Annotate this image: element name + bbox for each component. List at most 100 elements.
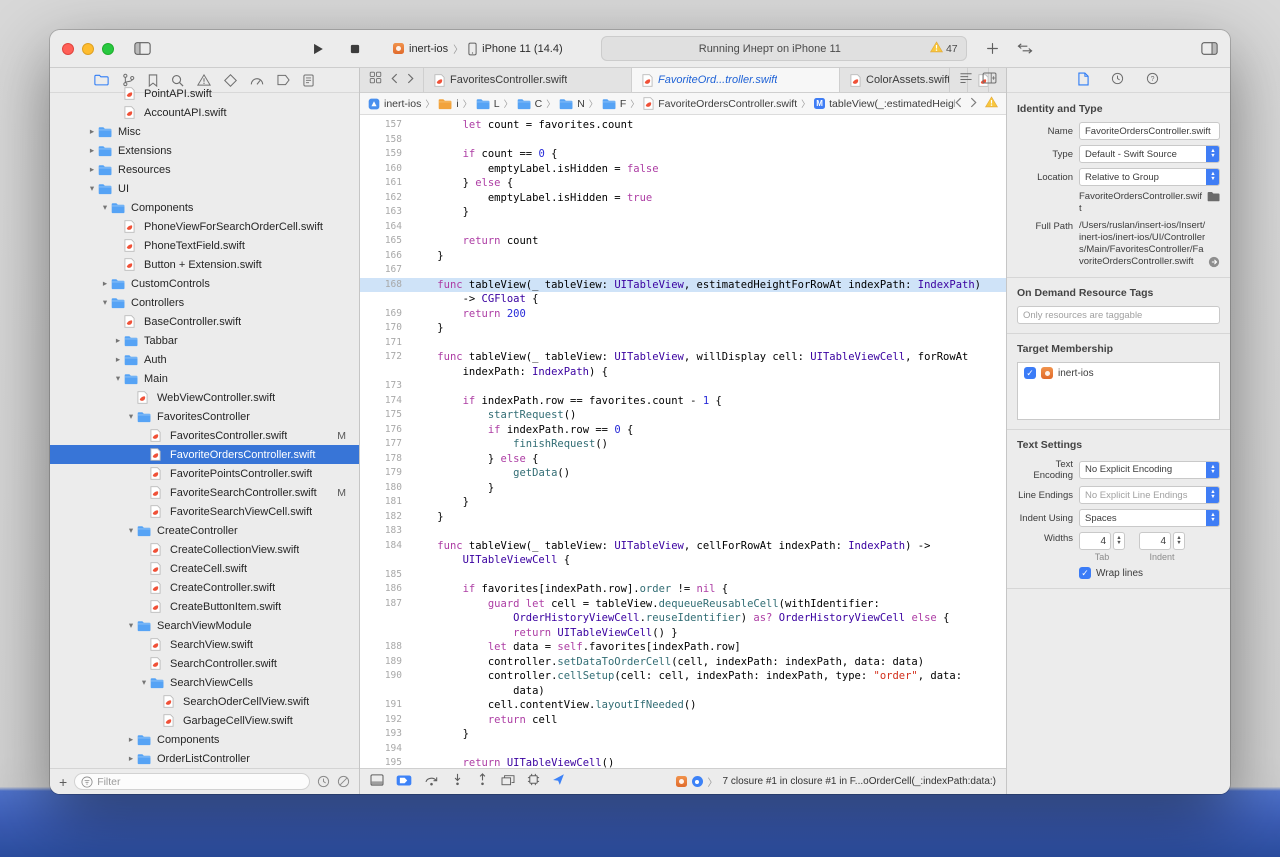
odr-tags-field[interactable]: Only resources are taggable bbox=[1017, 306, 1220, 324]
code-line-194[interactable]: 194 bbox=[360, 742, 1006, 757]
code-line-164[interactable]: 164 bbox=[360, 220, 1006, 235]
scheme-selector[interactable]: inert-ios 〉 iPhone 11 (14.4) bbox=[393, 41, 563, 56]
code-line-162[interactable]: 162 emptyLabel.isHidden = true bbox=[360, 191, 1006, 206]
wrap-lines-checkbox[interactable]: ✓ bbox=[1079, 567, 1091, 579]
name-field[interactable]: FavoriteOrdersController.swift bbox=[1079, 122, 1220, 140]
toggle-inspector-icon[interactable] bbox=[1201, 42, 1218, 55]
disclosure-triangle-icon[interactable]: ▾ bbox=[112, 373, 124, 384]
tree-file[interactable]: AccountAPI.swift bbox=[50, 103, 359, 122]
recent-files-filter-button[interactable] bbox=[317, 775, 330, 788]
indent-width-stepper[interactable]: ▲▼ bbox=[1173, 532, 1185, 550]
source-editor[interactable]: 157 let count = favorites.count158159 if… bbox=[360, 115, 1006, 768]
tree-folder[interactable]: ▸Auth bbox=[50, 350, 359, 369]
code-line-167[interactable]: 167 bbox=[360, 263, 1006, 278]
code-line-159[interactable]: 159 if count == 0 { bbox=[360, 147, 1006, 162]
tree-file[interactable]: CreateButtonItem.swift bbox=[50, 597, 359, 616]
tree-file[interactable]: FavoritePointsController.swift bbox=[50, 464, 359, 483]
disclosure-triangle-icon[interactable]: ▸ bbox=[86, 164, 98, 175]
disclosure-triangle-icon[interactable]: ▸ bbox=[112, 354, 124, 365]
tree-file[interactable]: SearchView.swift bbox=[50, 635, 359, 654]
code-line-174[interactable]: 174 if indexPath.row == favorites.count … bbox=[360, 394, 1006, 409]
disclosure-triangle-icon[interactable]: ▸ bbox=[86, 145, 98, 156]
choose-location-button[interactable] bbox=[1207, 191, 1220, 206]
target-checkbox[interactable]: ✓ bbox=[1024, 367, 1036, 379]
jumpbar-segment[interactable]: C bbox=[517, 98, 543, 110]
jumpbar-segment[interactable]: MtableView(_:estimatedHeightForRowAt:) bbox=[814, 98, 955, 110]
type-dropdown[interactable]: Default - Swift Source ▲▼ bbox=[1079, 145, 1220, 163]
tree-file[interactable]: FavoriteSearchViewCell.swift bbox=[50, 502, 359, 521]
tree-file[interactable]: FavoritesController.swiftM bbox=[50, 426, 359, 445]
code-line-172[interactable]: 172 func tableView(_ tableView: UITableV… bbox=[360, 350, 1006, 365]
code-line-187[interactable]: 187 guard let cell = tableView.dequeueRe… bbox=[360, 597, 1006, 612]
tree-folder[interactable]: ▸Components bbox=[50, 730, 359, 749]
jumpbar-segment[interactable]: F bbox=[602, 98, 626, 110]
jumpbar-segment[interactable]: inert-ios bbox=[368, 98, 421, 110]
indentusing-dropdown[interactable]: Spaces ▲▼ bbox=[1079, 509, 1220, 527]
tree-folder[interactable]: ▾UI bbox=[50, 179, 359, 198]
tree-folder[interactable]: ▾Controllers bbox=[50, 293, 359, 312]
disclosure-triangle-icon[interactable]: ▸ bbox=[112, 335, 124, 346]
code-line-178[interactable]: 178 } else { bbox=[360, 452, 1006, 467]
tree-file[interactable]: PointAPI.swift bbox=[50, 84, 359, 103]
tree-file[interactable]: FavoriteSearchController.swiftM bbox=[50, 483, 359, 502]
add-editor-button[interactable] bbox=[982, 71, 997, 89]
filter-field[interactable]: Filter bbox=[74, 773, 310, 790]
quick-help-inspector-icon[interactable]: ? bbox=[1146, 72, 1159, 88]
step-out-button[interactable] bbox=[476, 773, 489, 791]
tab-width-field[interactable]: 4 bbox=[1079, 532, 1111, 550]
code-line-189[interactable]: 189 controller.setDataToOrderCell(cell, … bbox=[360, 655, 1006, 670]
code-line-177[interactable]: 177 finishRequest() bbox=[360, 437, 1006, 452]
disclosure-triangle-icon[interactable]: ▸ bbox=[125, 753, 137, 764]
code-line-158[interactable]: 158 bbox=[360, 133, 1006, 148]
code-line-183[interactable]: 183 bbox=[360, 524, 1006, 539]
code-line-163[interactable]: 163 } bbox=[360, 205, 1006, 220]
tree-file[interactable]: FavoriteOrdersController.swift bbox=[50, 445, 359, 464]
step-over-button[interactable] bbox=[424, 773, 439, 791]
tab-width-stepper[interactable]: ▲▼ bbox=[1113, 532, 1125, 550]
code-line-160[interactable]: 160 emptyLabel.isHidden = false bbox=[360, 162, 1006, 177]
activity-status-view[interactable]: Running Инерт on iPhone 11 47 bbox=[601, 36, 967, 61]
code-line-wrap[interactable]: UITableViewCell { bbox=[360, 553, 1006, 568]
disclosure-triangle-icon[interactable]: ▾ bbox=[99, 297, 111, 308]
code-line-wrap[interactable]: -> CGFloat { bbox=[360, 292, 1006, 307]
code-line-179[interactable]: 179 getData() bbox=[360, 466, 1006, 481]
tree-folder[interactable]: ▾Main bbox=[50, 369, 359, 388]
editor-tab-2[interactable]: FavoriteOrd...troller.swift bbox=[632, 68, 840, 92]
code-line-192[interactable]: 192 return cell bbox=[360, 713, 1006, 728]
tree-file[interactable]: BaseController.swift bbox=[50, 312, 359, 331]
next-issue-button[interactable] bbox=[970, 97, 977, 111]
disclosure-triangle-icon[interactable]: ▾ bbox=[125, 525, 137, 536]
related-items-button[interactable] bbox=[369, 71, 382, 89]
view-hierarchy-button[interactable] bbox=[501, 773, 515, 791]
stop-button[interactable] bbox=[349, 43, 361, 55]
encoding-dropdown[interactable]: No Explicit Encoding ▲▼ bbox=[1079, 461, 1220, 479]
disclosure-triangle-icon[interactable]: ▾ bbox=[125, 620, 137, 631]
disclosure-triangle-icon[interactable]: ▾ bbox=[125, 411, 137, 422]
code-line-166[interactable]: 166 } bbox=[360, 249, 1006, 264]
tree-file[interactable]: WebViewController.swift bbox=[50, 388, 359, 407]
zoom-window-button[interactable] bbox=[102, 43, 114, 55]
tree-file[interactable]: PhoneTextField.swift bbox=[50, 236, 359, 255]
disclosure-triangle-icon[interactable]: ▸ bbox=[125, 734, 137, 745]
code-line-169[interactable]: 169 return 200 bbox=[360, 307, 1006, 322]
code-line-182[interactable]: 182 } bbox=[360, 510, 1006, 525]
code-line-195[interactable]: 195 return UITableViewCell() bbox=[360, 756, 1006, 768]
code-line-186[interactable]: 186 if favorites[indexPath.row].order !=… bbox=[360, 582, 1006, 597]
editor-tab-1[interactable]: FavoritesController.swift bbox=[424, 68, 632, 92]
code-line-188[interactable]: 188 let data = self.favorites[indexPath.… bbox=[360, 640, 1006, 655]
tree-folder[interactable]: ▸Misc bbox=[50, 122, 359, 141]
code-line-185[interactable]: 185 bbox=[360, 568, 1006, 583]
add-file-button[interactable]: + bbox=[59, 775, 67, 789]
code-line-170[interactable]: 170 } bbox=[360, 321, 1006, 336]
tree-file[interactable]: SearchController.swift bbox=[50, 654, 359, 673]
target-row[interactable]: ✓ inert-ios bbox=[1024, 367, 1213, 379]
code-line-175[interactable]: 175 startRequest() bbox=[360, 408, 1006, 423]
jumpbar-segment[interactable]: L bbox=[476, 98, 500, 110]
tree-folder[interactable]: ▾FavoritesController bbox=[50, 407, 359, 426]
tree-folder[interactable]: ▸Tabbar bbox=[50, 331, 359, 350]
tree-folder[interactable]: ▾Components bbox=[50, 198, 359, 217]
jumpbar-segment[interactable]: FavoriteOrdersController.swift bbox=[643, 97, 797, 110]
code-line-176[interactable]: 176 if indexPath.row == 0 { bbox=[360, 423, 1006, 438]
code-line-180[interactable]: 180 } bbox=[360, 481, 1006, 496]
previous-issue-button[interactable] bbox=[955, 97, 962, 111]
